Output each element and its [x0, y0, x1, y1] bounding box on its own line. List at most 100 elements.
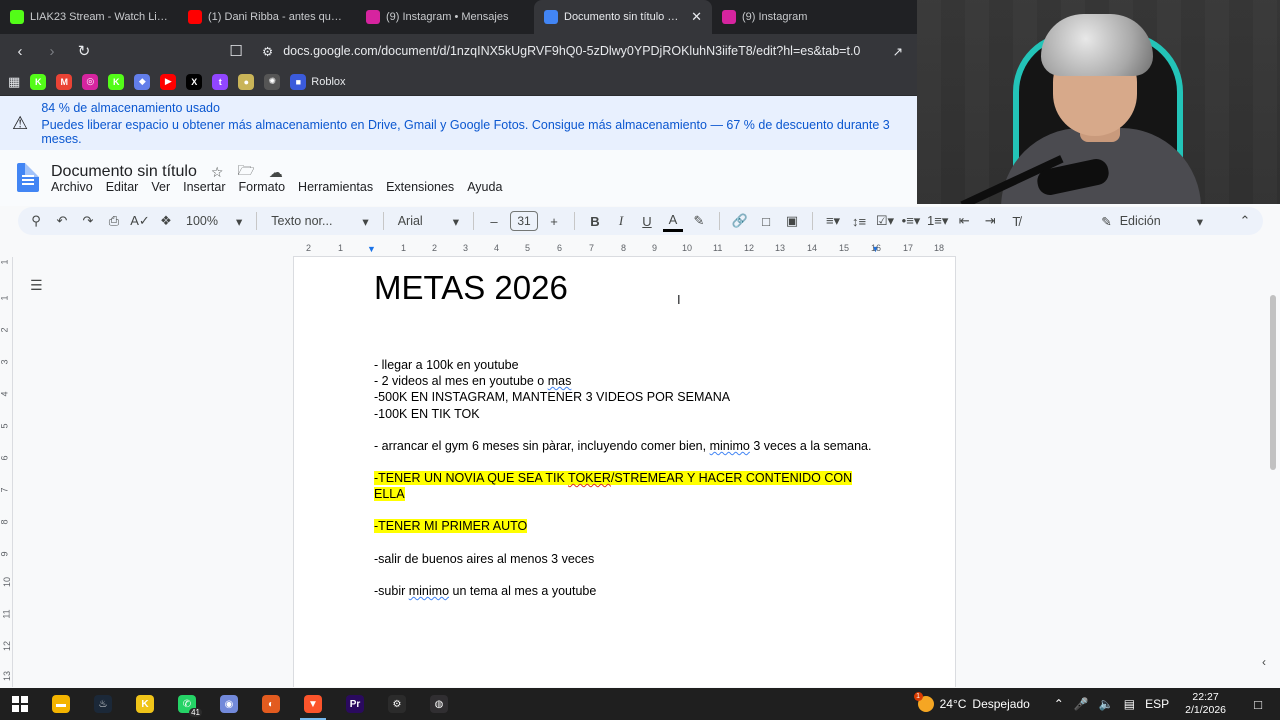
- spelling-flag[interactable]: minimo: [409, 584, 449, 598]
- instagram-bookmark-icon[interactable]: ◎: [82, 73, 99, 90]
- increase-indent-icon[interactable]: ⇥: [980, 210, 1000, 232]
- editing-mode-select[interactable]: ✎ Edición ▾: [1101, 214, 1203, 229]
- show-side-panel-icon[interactable]: ‹: [1262, 655, 1266, 669]
- decrease-indent-icon[interactable]: ⇤: [954, 210, 974, 232]
- tray-overflow-icon[interactable]: ⌃: [1054, 697, 1064, 711]
- bulleted-list-icon[interactable]: •≡▾: [901, 210, 921, 232]
- language-indicator[interactable]: ESP: [1145, 697, 1169, 711]
- zoom-select[interactable]: 100% ▾: [182, 214, 246, 229]
- goal-line[interactable]: - 2 videos al mes en youtube o mas: [374, 373, 874, 389]
- numbered-list-icon[interactable]: 1≡▾: [927, 210, 948, 232]
- goal-line[interactable]: - llegar a 100k en youtube: [374, 357, 874, 373]
- undo-icon[interactable]: ↶: [52, 210, 72, 232]
- font-size-input[interactable]: 31: [510, 211, 538, 231]
- windows-start-icon[interactable]: [0, 688, 40, 720]
- menu-item[interactable]: Insertar: [183, 180, 225, 194]
- horizontal-ruler[interactable]: ▼ ▼ 2 1 1 2 3 4 5 6 7 8 9 10 11 12 13 14 15 16 17 18: [293, 241, 956, 257]
- file-explorer-taskbar-button[interactable]: ▬: [40, 688, 82, 720]
- doc-body[interactable]: - llegar a 100k en youtube - 2 videos al…: [374, 357, 874, 599]
- add-comment-icon[interactable]: □: [756, 210, 776, 232]
- insert-link-icon[interactable]: 🔗: [730, 210, 750, 232]
- volume-icon[interactable]: 🔈: [1099, 697, 1114, 711]
- clear-formatting-icon[interactable]: T̸: [1006, 210, 1026, 232]
- doc-heading[interactable]: METAS 2026: [374, 269, 568, 307]
- menu-item[interactable]: Ver: [151, 180, 170, 194]
- scrollbar-thumb[interactable]: [1270, 295, 1276, 470]
- notifications-icon[interactable]: □: [1246, 694, 1270, 714]
- premiere-pro-taskbar-button[interactable]: Pr: [334, 688, 376, 720]
- kick-bookmark-icon[interactable]: K: [108, 73, 125, 90]
- goal-line[interactable]: -100K EN TIK TOK: [374, 406, 874, 422]
- storage-banner-message[interactable]: Puedes liberar espacio u obtener más alm…: [41, 118, 905, 146]
- menu-item[interactable]: Herramientas: [298, 180, 373, 194]
- share-icon[interactable]: ↗: [893, 44, 903, 59]
- font-select[interactable]: Arial ▾: [394, 214, 463, 229]
- menu-item[interactable]: Archivo: [51, 180, 93, 194]
- cloud-status-icon[interactable]: ☁: [269, 164, 283, 181]
- openai-bookmark-icon[interactable]: ✺: [264, 73, 281, 90]
- microphone-icon[interactable]: 🎤: [1074, 697, 1089, 711]
- discord-like-taskbar-button[interactable]: ◉: [208, 688, 250, 720]
- url-text[interactable]: docs.google.com/document/d/1nzqINX5kUgRV…: [283, 44, 882, 58]
- bold-icon[interactable]: B: [585, 210, 605, 232]
- insert-image-icon[interactable]: ▣: [782, 210, 802, 232]
- browser-tab[interactable]: Documento sin título - Doc ✕: [534, 0, 712, 34]
- reload-icon[interactable]: ↻: [70, 37, 98, 65]
- whatsapp-taskbar-button[interactable]: ✆ 41: [166, 688, 208, 720]
- gmail-bookmark-icon[interactable]: M: [56, 73, 73, 90]
- spelling-flag[interactable]: mas: [548, 374, 572, 388]
- apps-grid-icon[interactable]: ▦: [8, 74, 20, 90]
- weather-widget[interactable]: 1 24°C Despejado: [913, 692, 1030, 712]
- goal-line-highlighted[interactable]: -TENER UN NOVIA QUE SEA TIK TOKER/STREME…: [374, 470, 854, 502]
- hide-menus-icon[interactable]: ⌃: [1235, 210, 1255, 232]
- obs-taskbar-button[interactable]: ◍: [418, 688, 460, 720]
- spelling-flag[interactable]: minimo: [710, 439, 750, 453]
- browser-tab[interactable]: LIAK23 Stream - Watch Live o: [0, 0, 178, 34]
- bookmark-coin-bookmark-icon[interactable]: ●: [238, 73, 255, 90]
- browser-tab[interactable]: (1) Dani Ribba - antes que se: [178, 0, 356, 34]
- decrease-font-size-icon[interactable]: –: [484, 210, 504, 232]
- browser-tab[interactable]: (9) Instagram: [712, 0, 890, 34]
- youtube-bookmark-icon[interactable]: ▶: [160, 73, 177, 90]
- search-menus-icon[interactable]: ⚲: [26, 210, 46, 232]
- app-k-taskbar-button[interactable]: K: [124, 688, 166, 720]
- align-left-icon[interactable]: ≡▾: [823, 210, 843, 232]
- back-icon[interactable]: ‹: [6, 37, 34, 65]
- twitch-bookmark-icon[interactable]: t: [212, 73, 229, 90]
- text-color-icon[interactable]: A: [663, 210, 683, 232]
- checklist-icon[interactable]: ☑▾: [875, 210, 895, 232]
- goal-line[interactable]: -salir de buenos aires al menos 3 veces: [374, 551, 874, 567]
- kick-bookmark-icon[interactable]: K: [30, 73, 47, 90]
- docs-logo-icon[interactable]: [17, 163, 39, 192]
- x-bookmark-icon[interactable]: X: [186, 73, 203, 90]
- left-indent-marker-icon[interactable]: ▼: [367, 244, 376, 254]
- settings-taskbar-button[interactable]: ⚙: [376, 688, 418, 720]
- steam-taskbar-button[interactable]: ♨: [82, 688, 124, 720]
- close-tab-icon[interactable]: ✕: [691, 9, 702, 25]
- menu-item[interactable]: Extensiones: [386, 180, 454, 194]
- spelling-flag[interactable]: TOKER: [568, 471, 611, 486]
- browser-tab[interactable]: (9) Instagram • Mensajes: [356, 0, 534, 34]
- italic-icon[interactable]: I: [611, 210, 631, 232]
- roblox-bookmark[interactable]: ■ Roblox: [290, 73, 346, 90]
- goal-line[interactable]: -500K EN INSTAGRAM, MANTENER 3 VIDEOS PO…: [374, 389, 874, 405]
- print-icon[interactable]: ⎙: [104, 210, 124, 232]
- highlight-color-icon[interactable]: ✎: [689, 210, 709, 232]
- forward-icon[interactable]: ›: [38, 37, 66, 65]
- underline-icon[interactable]: U: [637, 210, 657, 232]
- menu-item[interactable]: Formato: [239, 180, 286, 194]
- brave-taskbar-button[interactable]: ▼: [292, 688, 334, 720]
- address-bar[interactable]: ⚙ docs.google.com/document/d/1nzqINX5kUg…: [254, 37, 911, 65]
- style-select[interactable]: Texto nor... ▾: [267, 214, 372, 229]
- document-outline-icon[interactable]: ☰: [30, 277, 54, 295]
- clock[interactable]: 22:27 2/1/2026: [1185, 691, 1226, 717]
- ethereum-bookmark-icon[interactable]: ◆: [134, 73, 151, 90]
- site-info-icon[interactable]: ⚙: [262, 44, 273, 59]
- goal-line[interactable]: -subir minimo un tema al mes a youtube: [374, 583, 874, 599]
- vertical-scrollbar[interactable]: [1268, 257, 1278, 687]
- increase-font-size-icon[interactable]: +: [544, 210, 564, 232]
- line-spacing-icon[interactable]: ↕≡: [849, 210, 869, 232]
- network-icon[interactable]: ▤: [1124, 697, 1135, 711]
- spellcheck-icon[interactable]: A✓: [130, 210, 150, 232]
- app-orange-taskbar-button[interactable]: ◐: [250, 688, 292, 720]
